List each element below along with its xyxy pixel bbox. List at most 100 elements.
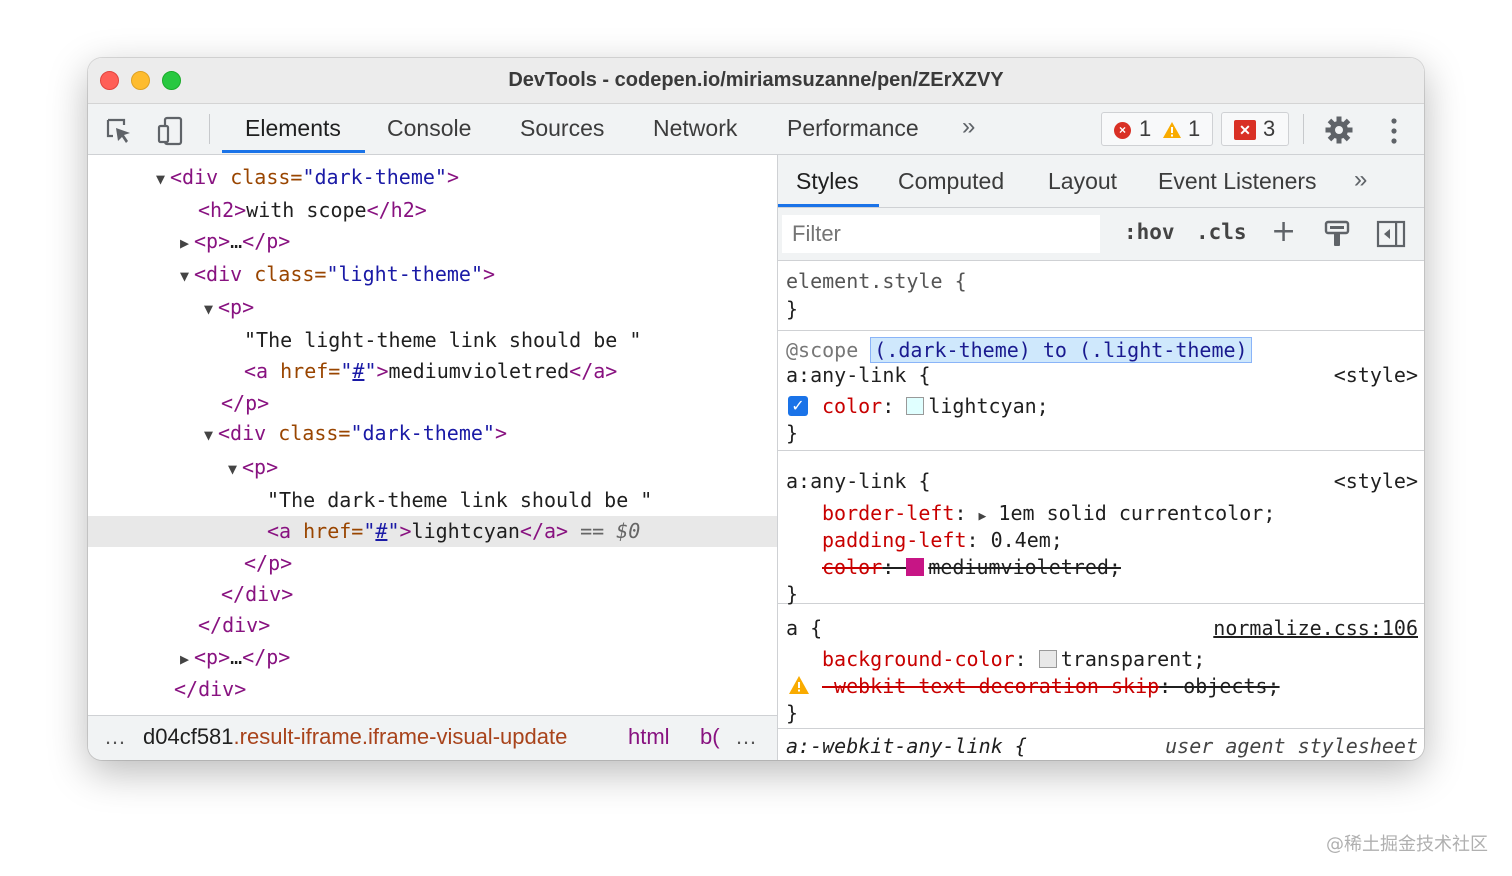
subtab-layout[interactable]: Layout (1048, 168, 1117, 195)
subtab-computed[interactable]: Computed (898, 168, 1004, 195)
active-tab-indicator (222, 150, 365, 153)
breadcrumb-item-body[interactable]: b( (700, 716, 720, 758)
css-declaration[interactable]: background-color: transparent; (822, 645, 1205, 673)
rule-close: } (786, 421, 799, 445)
tab-sources[interactable]: Sources (520, 115, 604, 142)
dom-node[interactable]: <a href="#">mediumvioletred</a> (88, 356, 777, 387)
rule-selector[interactable]: a:any-link { (786, 361, 931, 389)
tab-console[interactable]: Console (387, 115, 471, 142)
inspect-element-icon[interactable] (104, 116, 134, 146)
styles-subtoolbar: Styles Computed Layout Event Listeners » (778, 155, 1424, 208)
dom-node[interactable]: ▼ <p> (88, 292, 777, 323)
dom-node[interactable]: </div> (88, 610, 777, 641)
error-icon: × (1114, 122, 1131, 139)
devtools-window: DevTools - codepen.io/miriamsuzanne/pen/… (88, 58, 1424, 760)
warnings-count: 1 (1188, 116, 1201, 141)
rule-selector[interactable]: element.style { (786, 267, 967, 295)
paint-brush-icon[interactable] (1324, 220, 1350, 248)
href-link[interactable]: # (352, 359, 364, 383)
toolbar-separator (209, 114, 210, 144)
expand-arrow-icon[interactable]: ▶ (180, 228, 194, 259)
dom-node[interactable]: </p> (88, 388, 777, 419)
rule-close: } (786, 701, 799, 725)
property-enable-checkbox[interactable]: ✓ (788, 396, 808, 416)
active-subtab-indicator (778, 204, 879, 207)
settings-gear-icon[interactable] (1324, 115, 1354, 145)
subtab-event-listeners[interactable]: Event Listeners (1158, 168, 1317, 195)
rule-any-link: a:any-link { <style> border-left: ▶ 1em … (778, 451, 1424, 606)
css-declaration-overridden[interactable]: color: mediumvioletred; (822, 553, 1121, 581)
subtab-styles[interactable]: Styles (796, 168, 859, 195)
rule-source[interactable]: <style> (1334, 361, 1418, 389)
dom-node-selected[interactable]: <a href="#">lightcyan</a> == $0 (88, 516, 777, 547)
console-reference: $0 (616, 519, 641, 543)
more-options-icon[interactable] (1379, 116, 1409, 146)
dom-node[interactable]: ▼ <div class="light-theme"> (88, 259, 777, 290)
breadcrumb-overflow-left[interactable]: … (104, 716, 126, 758)
warning-icon (1163, 122, 1181, 138)
issues-count: 3 (1263, 116, 1276, 141)
errors-count: 1 (1139, 116, 1152, 141)
css-declaration[interactable]: color: lightcyan; (822, 392, 1049, 420)
dom-node[interactable]: </div> (88, 579, 777, 610)
toolbar-separator (1303, 114, 1304, 144)
styles-filter-bar: :hov .cls + (778, 208, 1424, 261)
main-toolbar: Elements Console Sources Network Perform… (88, 104, 1424, 155)
color-swatch[interactable] (1038, 650, 1057, 668)
dom-node[interactable]: </div> (88, 674, 777, 705)
toggle-sidebar-icon[interactable] (1376, 220, 1406, 248)
rule-source: user agent stylesheet (1165, 734, 1418, 758)
issues-counter-button[interactable]: ✕ 3 (1221, 112, 1289, 146)
dom-node[interactable]: </p> (88, 548, 777, 579)
dom-text-node[interactable]: "The light-theme link should be " (88, 325, 777, 356)
expand-arrow-icon[interactable]: ▼ (204, 420, 218, 451)
dom-text-node[interactable]: "The dark-theme link should be " (88, 485, 777, 516)
href-link[interactable]: # (375, 519, 387, 543)
dom-node[interactable]: ▼ <p> (88, 452, 777, 483)
tab-elements[interactable]: Elements (245, 115, 341, 142)
rule-source-link[interactable]: normalize.css:106 (1213, 614, 1418, 642)
new-style-rule-icon[interactable]: + (1271, 214, 1296, 249)
dom-node[interactable]: ▶ <p>…</p> (88, 642, 777, 673)
expand-arrow-icon[interactable]: ▶ (180, 644, 194, 675)
rule-selector[interactable]: a:-webkit-any-link { (786, 732, 1027, 760)
css-declaration[interactable]: padding-left: 0.4em; (822, 526, 1063, 554)
dom-tree-panel: ▼ <div class="dark-theme"> <h2>with scope… (88, 155, 777, 715)
tab-network[interactable]: Network (653, 115, 737, 142)
rule-selector[interactable]: a { (786, 614, 822, 642)
styles-filter-input[interactable] (782, 215, 1100, 253)
class-toggle[interactable]: .cls (1196, 220, 1247, 244)
more-subtabs-icon[interactable]: » (1354, 166, 1367, 194)
rule-scope-any-link: @scope (.dark-theme) to (.light-theme) a… (778, 331, 1424, 451)
css-declaration-invalid[interactable]: -webkit-text-decoration-skip: objects; (822, 672, 1280, 700)
expand-arrow-icon[interactable]: ▼ (228, 454, 242, 485)
dom-node[interactable]: ▶ <p>…</p> (88, 226, 777, 257)
css-declaration[interactable]: border-left: ▶ 1em solid currentcolor; (822, 499, 1275, 527)
dom-breadcrumb: … d04cf581.result-iframe.iframe-visual-u… (88, 715, 777, 760)
device-toolbar-icon[interactable] (156, 116, 186, 146)
hover-state-toggle[interactable]: :hov (1124, 220, 1175, 244)
expand-shorthand-icon[interactable]: ▶ (979, 509, 987, 524)
breadcrumb-item-iframe[interactable]: d04cf581.result-iframe.iframe-visual-upd… (143, 716, 567, 758)
rule-selector[interactable]: a:any-link { (786, 467, 931, 495)
color-swatch[interactable] (906, 558, 925, 576)
dom-node[interactable]: ▼ <div class="dark-theme"> (88, 162, 777, 193)
expand-arrow-icon[interactable]: ▼ (156, 164, 170, 195)
breadcrumb-item-html[interactable]: html (628, 716, 670, 758)
breadcrumb-overflow-right[interactable]: … (735, 716, 757, 758)
dom-node[interactable]: ▼ <div class="dark-theme"> (88, 418, 777, 449)
expand-arrow-icon[interactable]: ▼ (204, 294, 218, 325)
rule-user-agent: a:-webkit-any-link { user agent styleshe… (778, 729, 1424, 760)
rule-source[interactable]: <style> (1334, 467, 1418, 495)
warning-icon[interactable] (788, 675, 810, 695)
issues-icon: ✕ (1234, 120, 1256, 140)
color-swatch[interactable] (906, 397, 925, 415)
more-tabs-icon[interactable]: » (962, 113, 975, 141)
rule-a: a { normalize.css:106 background-color: … (778, 604, 1424, 729)
console-counter-button[interactable]: × 1 1 (1101, 112, 1213, 146)
expand-arrow-icon[interactable]: ▼ (180, 261, 194, 292)
styles-panel: Styles Computed Layout Event Listeners »… (778, 155, 1424, 760)
dom-node[interactable]: <h2>with scope</h2> (88, 195, 777, 226)
scope-selector[interactable]: (.dark-theme) to (.light-theme) (870, 337, 1252, 363)
tab-performance[interactable]: Performance (787, 115, 919, 142)
